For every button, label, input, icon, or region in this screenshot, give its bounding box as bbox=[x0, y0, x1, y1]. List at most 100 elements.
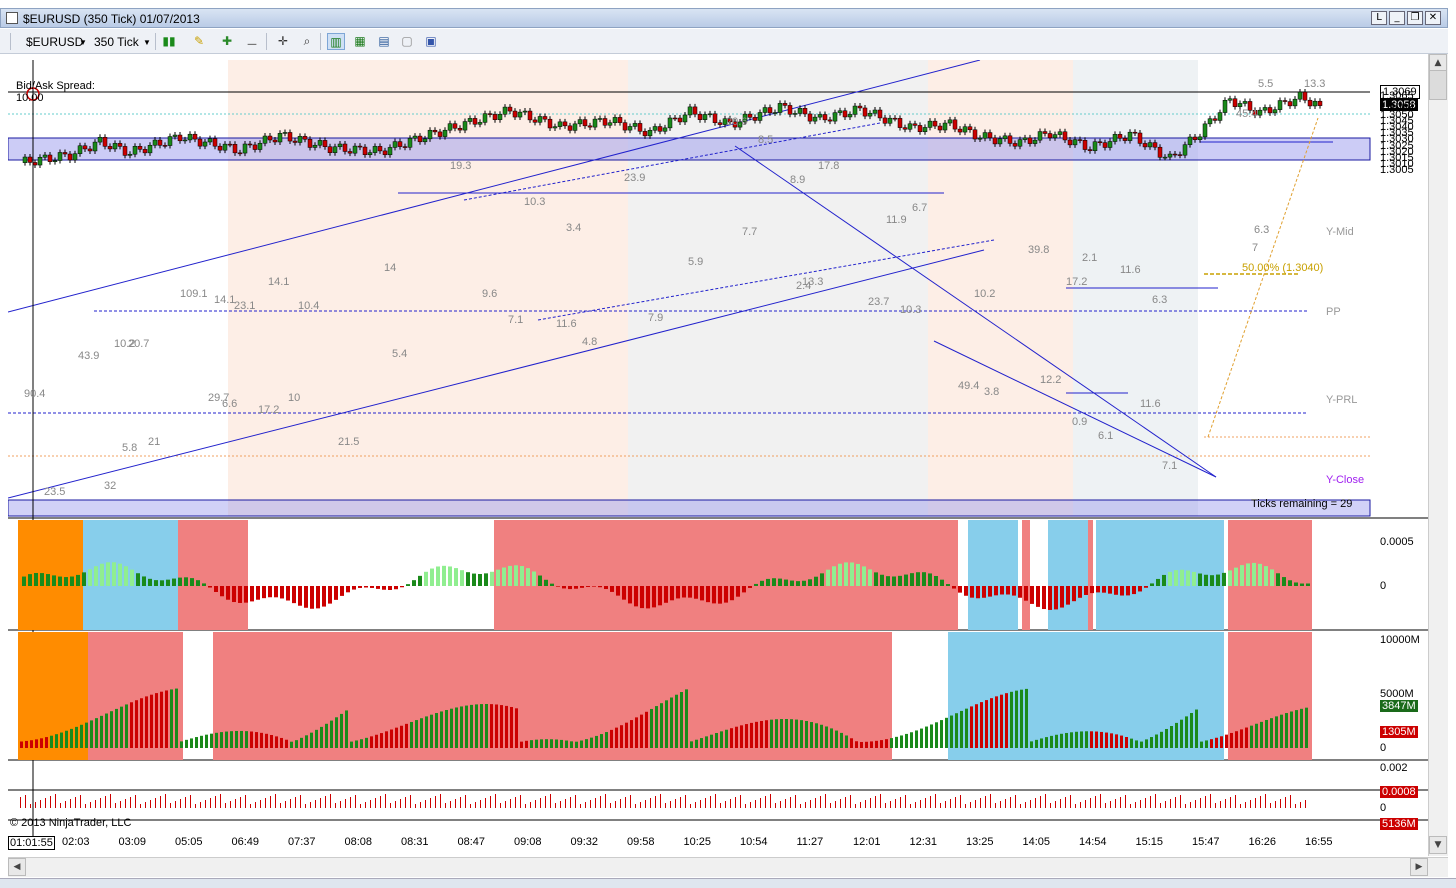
data-box-icon[interactable]: ▤ bbox=[375, 33, 393, 50]
volume-bar bbox=[515, 708, 518, 748]
link-button[interactable]: L bbox=[1371, 11, 1387, 25]
candle bbox=[687, 106, 693, 116]
volume-bar bbox=[85, 722, 88, 748]
candle bbox=[442, 129, 448, 137]
volume-bar bbox=[710, 734, 713, 748]
p4-bar bbox=[645, 800, 646, 808]
restore-button[interactable]: ❐ bbox=[1407, 11, 1423, 25]
candle bbox=[937, 125, 943, 131]
osc-bar bbox=[832, 566, 836, 586]
minimize-button[interactable]: _ bbox=[1389, 11, 1405, 25]
osc-bar bbox=[724, 586, 728, 603]
osc-bar bbox=[292, 586, 296, 604]
volume-bar bbox=[1175, 722, 1178, 748]
p4-bar bbox=[1115, 799, 1116, 808]
osc-bar bbox=[1156, 578, 1160, 586]
pencil-icon[interactable]: ✎ bbox=[190, 33, 208, 50]
templates-icon[interactable]: ▣ bbox=[422, 33, 440, 50]
volume-bar bbox=[810, 722, 813, 748]
p4-bar bbox=[525, 804, 526, 808]
osc-bar bbox=[400, 586, 404, 588]
magnifier-icon[interactable]: ⌕ bbox=[298, 33, 316, 50]
swing-label: 49.4 bbox=[958, 380, 980, 392]
p4-bar bbox=[425, 800, 426, 808]
p4-bar bbox=[940, 803, 941, 808]
volume-bar bbox=[1270, 718, 1273, 748]
p4-bar bbox=[620, 799, 621, 808]
p4-bar bbox=[240, 797, 241, 808]
p4-bar bbox=[955, 797, 956, 808]
p4-bar bbox=[520, 795, 521, 808]
p4-bar bbox=[30, 804, 31, 808]
osc-bar bbox=[244, 586, 248, 603]
candle bbox=[472, 118, 478, 125]
volume-bar bbox=[1050, 735, 1053, 748]
candle bbox=[52, 160, 58, 162]
osc-zone bbox=[178, 520, 248, 630]
vertical-scrollbar[interactable]: ▲ ▼ bbox=[1428, 54, 1448, 856]
p4-bar bbox=[910, 804, 911, 808]
volume-bar bbox=[380, 733, 383, 748]
crosshair-icon[interactable]: ✛ bbox=[274, 33, 292, 50]
scroll-down-icon[interactable]: ▼ bbox=[1429, 836, 1447, 854]
candle bbox=[672, 117, 678, 120]
osc-bar bbox=[730, 586, 734, 601]
horizontal-scrollbar[interactable]: ◀ ▶ bbox=[8, 857, 1448, 877]
candle bbox=[132, 146, 138, 155]
volume-bar bbox=[500, 705, 503, 748]
candle bbox=[1207, 118, 1213, 125]
scroll-right-icon[interactable]: ▶ bbox=[1410, 858, 1428, 876]
properties-icon[interactable]: ▢ bbox=[398, 33, 416, 50]
volume-bar bbox=[835, 730, 838, 748]
p4-bar bbox=[850, 795, 851, 808]
candle bbox=[262, 135, 268, 144]
candle bbox=[212, 138, 218, 147]
candle bbox=[492, 114, 498, 120]
osc-bar bbox=[1258, 563, 1262, 586]
close-button[interactable]: ✕ bbox=[1425, 11, 1441, 25]
swing-label: 17.2 bbox=[258, 404, 280, 416]
instrument-dropdown-icon[interactable]: ▼ bbox=[79, 38, 87, 47]
osc-bar bbox=[634, 586, 638, 607]
p4-bar bbox=[900, 797, 901, 808]
zoom-in-icon[interactable]: ✚ bbox=[218, 33, 236, 50]
p4-bar bbox=[825, 794, 826, 808]
osc-bar bbox=[748, 586, 752, 588]
chart-area[interactable]: 1.30691.30651.30601.30581.30551.30501.30… bbox=[8, 60, 1448, 856]
osc-bar bbox=[496, 569, 500, 586]
candle bbox=[462, 121, 468, 131]
time-axis-label: 05:05 bbox=[175, 836, 203, 848]
period-selector[interactable]: 350 Tick bbox=[94, 35, 139, 49]
indicators-icon[interactable]: ▦ bbox=[351, 33, 369, 50]
chart-style-icon[interactable]: ▮▮ bbox=[160, 33, 178, 50]
osc-bar bbox=[1078, 586, 1082, 598]
volume-bar bbox=[210, 733, 213, 748]
chart-canvas[interactable] bbox=[8, 60, 1428, 856]
osc-bar bbox=[604, 586, 608, 590]
scroll-left-icon[interactable]: ◀ bbox=[8, 858, 26, 876]
time-axis-label: 09:58 bbox=[627, 836, 655, 848]
strategies-icon[interactable]: ▥ bbox=[327, 33, 345, 50]
period-dropdown-icon[interactable]: ▼ bbox=[143, 38, 151, 47]
swing-label: 8.5 bbox=[758, 134, 774, 146]
volume-bar bbox=[470, 704, 473, 748]
zoom-out-icon[interactable]: ⚊ bbox=[243, 33, 261, 50]
volume-bar bbox=[950, 715, 953, 748]
p4-bar bbox=[1055, 801, 1056, 808]
candle bbox=[192, 133, 198, 140]
osc-bar bbox=[346, 586, 350, 593]
swing-label: 45.4 bbox=[1236, 108, 1258, 120]
candle bbox=[542, 116, 548, 120]
osc-bar bbox=[628, 586, 632, 604]
scroll-thumb[interactable] bbox=[1429, 70, 1447, 100]
p4-bar bbox=[920, 800, 921, 808]
candle bbox=[1052, 134, 1058, 139]
volume-bar bbox=[1230, 732, 1233, 748]
osc-bar bbox=[928, 573, 932, 586]
p4-bar bbox=[310, 802, 311, 808]
candle bbox=[637, 123, 643, 132]
p4-bar bbox=[460, 797, 461, 808]
instrument-selector[interactable]: $EURUSD bbox=[26, 35, 83, 49]
volume-bar bbox=[460, 706, 463, 748]
swing-label: 20.6 bbox=[726, 116, 748, 128]
